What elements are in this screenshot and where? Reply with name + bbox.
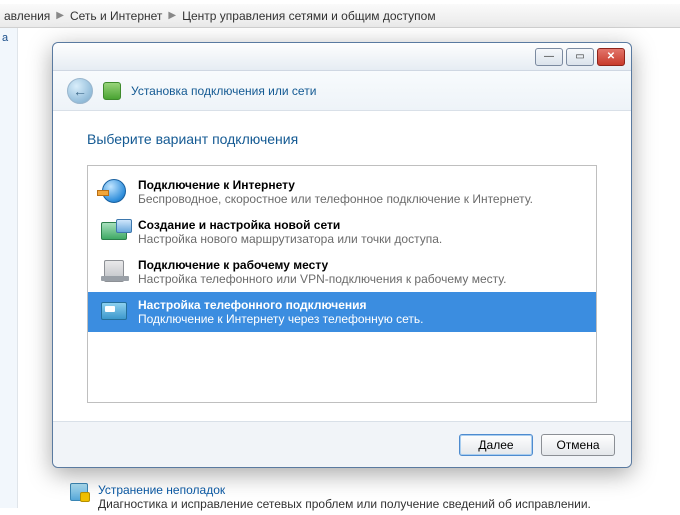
wizard-banner: ← Установка подключения или сети — [53, 71, 631, 111]
titlebar[interactable]: — ▭ ✕ — [53, 43, 631, 71]
close-button[interactable]: ✕ — [597, 48, 625, 66]
option-desc: Подключение к Интернету через телефонную… — [138, 312, 424, 326]
router-icon — [100, 218, 128, 244]
breadcrumb: авления ▶ Сеть и Интернет ▶ Центр управл… — [0, 4, 680, 28]
option-title: Создание и настройка новой сети — [138, 218, 442, 232]
globe-icon — [100, 178, 128, 204]
minimize-button[interactable]: — — [535, 48, 563, 66]
breadcrumb-part[interactable]: Центр управления сетями и общим доступом — [182, 9, 436, 23]
option-connect-workplace[interactable]: Подключение к рабочему месту Настройка т… — [88, 252, 596, 292]
option-title: Подключение к рабочему месту — [138, 258, 506, 272]
cancel-button[interactable]: Отмена — [541, 434, 615, 456]
sidebar-fragment: а — [0, 28, 17, 48]
connection-options-list: Подключение к Интернету Беспроводное, ск… — [87, 165, 597, 403]
back-button[interactable]: ← — [67, 78, 93, 104]
chevron-right-icon: ▶ — [56, 10, 64, 21]
option-setup-network[interactable]: Создание и настройка новой сети Настройк… — [88, 212, 596, 252]
maximize-button[interactable]: ▭ — [566, 48, 594, 66]
option-desc: Настройка нового маршрутизатора или точк… — [138, 232, 442, 246]
option-title: Настройка телефонного подключения — [138, 298, 424, 312]
arrow-left-icon: ← — [73, 83, 87, 99]
chevron-right-icon: ▶ — [168, 10, 176, 21]
modem-icon — [100, 298, 128, 324]
wizard-footer: Далее Отмена — [53, 421, 631, 467]
option-desc: Беспроводное, скоростное или телефонное … — [138, 192, 533, 206]
breadcrumb-part[interactable]: Сеть и Интернет — [70, 9, 162, 23]
option-desc: Настройка телефонного или VPN-подключени… — [138, 272, 506, 286]
troubleshoot-link[interactable]: Устранение неполадок — [98, 483, 591, 497]
wizard-title: Установка подключения или сети — [131, 84, 316, 98]
wizard-heading: Выберите вариант подключения — [87, 131, 597, 147]
network-setup-icon — [103, 82, 121, 100]
workplace-icon — [100, 258, 128, 284]
wizard-dialog: — ▭ ✕ ← Установка подключения или сети В… — [52, 42, 632, 468]
option-connect-internet[interactable]: Подключение к Интернету Беспроводное, ск… — [88, 172, 596, 212]
sidebar: а — [0, 28, 18, 508]
troubleshoot-section: Устранение неполадок Диагностика и испра… — [70, 483, 670, 511]
wizard-content: Выберите вариант подключения Подключение… — [53, 111, 631, 421]
next-button[interactable]: Далее — [459, 434, 533, 456]
option-title: Подключение к Интернету — [138, 178, 533, 192]
option-dialup[interactable]: Настройка телефонного подключения Подклю… — [88, 292, 596, 332]
breadcrumb-part[interactable]: авления — [4, 9, 50, 23]
troubleshoot-desc: Диагностика и исправление сетевых пробле… — [98, 497, 591, 511]
troubleshoot-icon — [70, 483, 88, 501]
